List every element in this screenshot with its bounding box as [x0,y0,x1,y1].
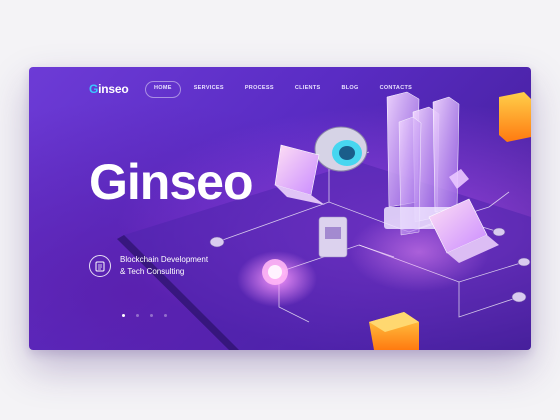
nav-item-process[interactable]: PROCESS [237,81,282,96]
logo[interactable]: Ginseo [89,82,129,96]
hero-card: Ginseo HOME SERVICES PROCESS CLIENTS BLO… [29,67,531,350]
slider-pagination [122,314,167,317]
slider-dot-2[interactable] [136,314,139,317]
nav-item-clients[interactable]: CLIENTS [287,81,329,96]
nav-menu: HOME SERVICES PROCESS CLIENTS BLOG CONTA… [145,81,425,98]
tagline-line-1: Blockchain Development [120,255,209,264]
slider-dot-3[interactable] [150,314,153,317]
hero-tagline: Blockchain Development & Tech Consulting [89,254,208,278]
logo-text: inseo [98,82,129,96]
document-icon [89,255,111,277]
hero-title: Ginseo [89,154,253,210]
nav-item-home[interactable]: HOME [145,81,181,98]
nav-item-contacts[interactable]: CONTACTS [372,81,421,96]
top-navigation: Ginseo HOME SERVICES PROCESS CLIENTS BLO… [29,67,531,107]
logo-accent: G [89,82,99,96]
slider-dot-4[interactable] [164,314,167,317]
tagline-line-2: & Tech Consulting [120,267,185,276]
tagline-text: Blockchain Development & Tech Consulting [120,254,208,278]
nav-item-blog[interactable]: BLOG [333,81,366,96]
slider-dot-1[interactable] [122,314,125,317]
nav-item-services[interactable]: SERVICES [186,81,232,96]
